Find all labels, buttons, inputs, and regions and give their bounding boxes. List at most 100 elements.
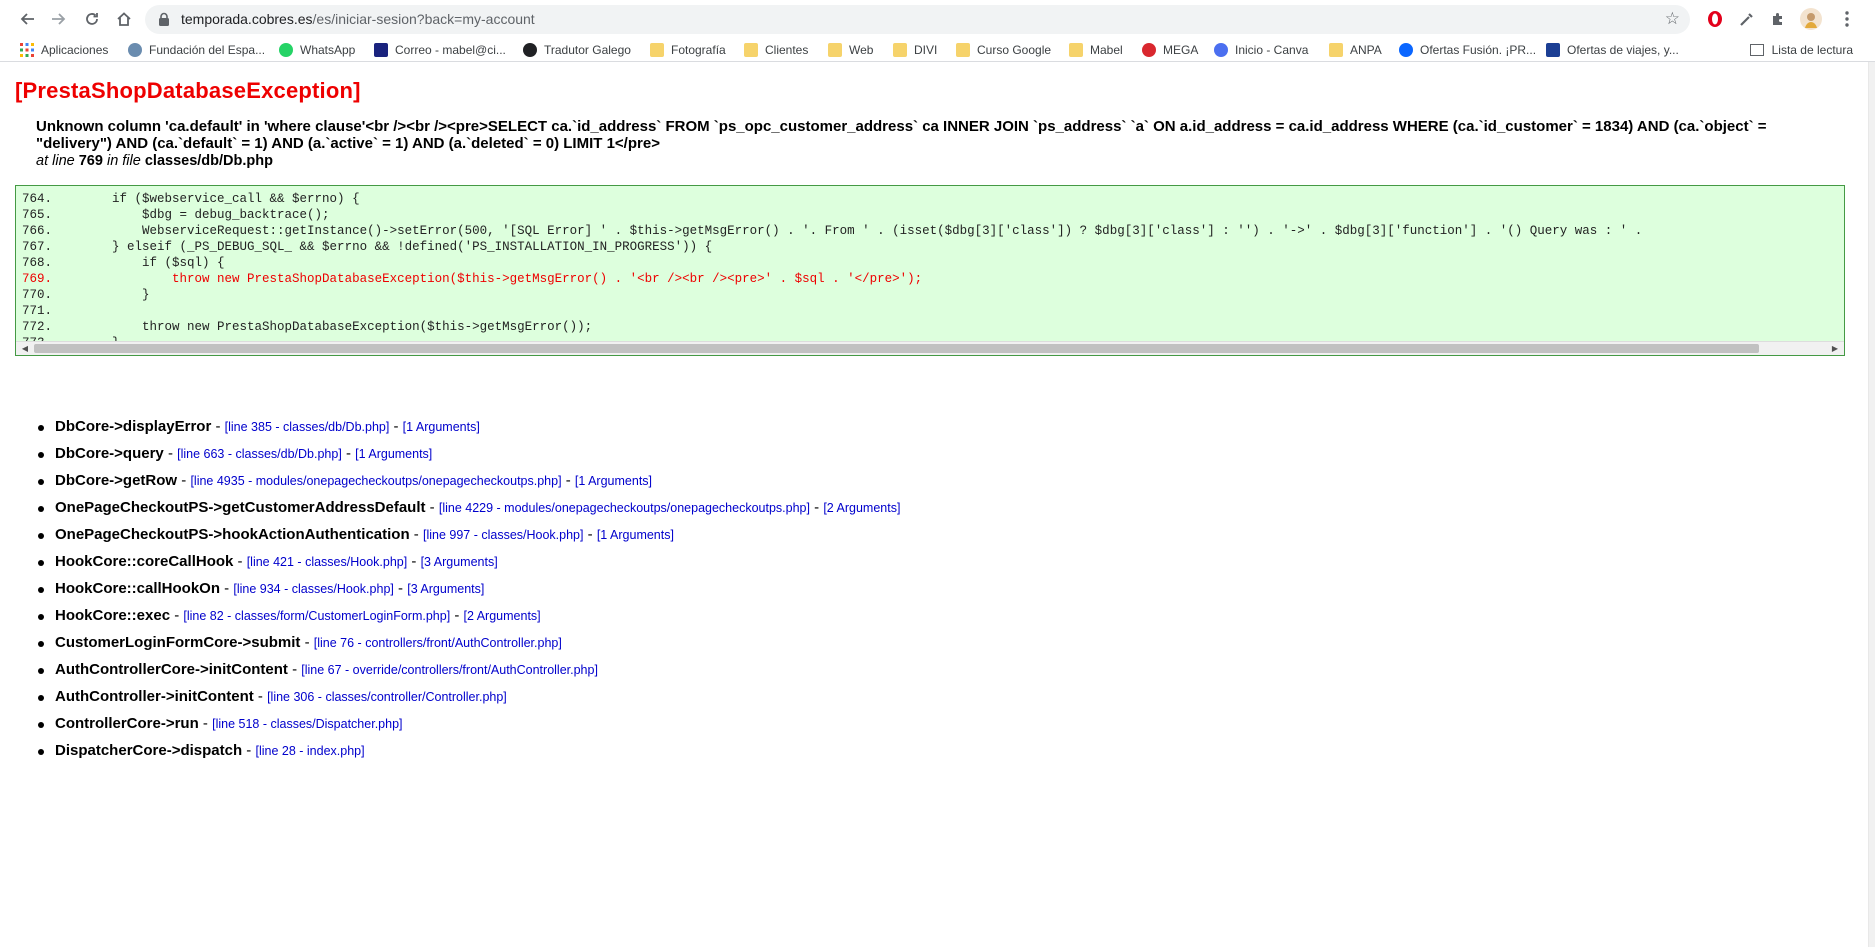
bookmark-clientes[interactable]: Clientes (744, 41, 808, 59)
profile-avatar[interactable] (1799, 7, 1823, 31)
trace-location-link[interactable]: [line 663 - classes/db/Db.php] (177, 447, 342, 461)
bookmark-fundacion[interactable]: Fundación del Espa... (128, 41, 265, 59)
bookmark-divi[interactable]: DIVI (893, 41, 937, 59)
bookmark-web[interactable]: Web (828, 41, 873, 59)
trace-location-link[interactable]: [line 518 - classes/Dispatcher.php] (212, 717, 402, 731)
trace-function: DispatcherCore->dispatch (55, 742, 243, 759)
trace-function: HookCore::coreCallHook (55, 553, 234, 570)
trace-location-link[interactable]: [line 28 - index.php] (255, 744, 364, 758)
code-line-text: } (52, 288, 150, 302)
trace-location-link[interactable]: [line 67 - override/controllers/front/Au… (301, 663, 598, 677)
bookmark-mega[interactable]: MEGA (1142, 41, 1198, 59)
bookmark-whatsapp[interactable]: WhatsApp (279, 41, 355, 59)
trace-location-link[interactable]: [line 76 - controllers/front/AuthControl… (314, 636, 562, 650)
code-line-text: WebserviceRequest::getInstance()->setErr… (52, 224, 1643, 238)
trace-location-link[interactable]: [line 997 - classes/Hook.php] (423, 528, 584, 542)
page-scrollbar[interactable] (1868, 62, 1875, 947)
bookmark-canva[interactable]: Inicio - Canva (1214, 41, 1308, 59)
url-host: temporada.cobres.es (181, 11, 313, 27)
trace-location-link[interactable]: [line 4229 - modules/onepagecheckoutps/o… (439, 501, 810, 515)
trace-separator: - (242, 742, 256, 759)
trace-function: HookCore::exec (55, 607, 171, 624)
folder-icon (828, 43, 842, 57)
scrollbar-thumb[interactable] (34, 344, 1759, 353)
reading-list-label: Lista de lectura (1771, 43, 1853, 57)
bookmark-tradutor[interactable]: Tradutor Galego (523, 41, 631, 59)
bookmark-label: Ofertas Fusión. ¡PR... (1420, 43, 1537, 57)
code-line-text: if ($webservice_call && $errno) { (52, 192, 360, 206)
scroll-left-icon[interactable]: ◀ (18, 342, 32, 355)
in-file-text: in file (102, 153, 145, 169)
lock-icon (159, 12, 169, 26)
code-line: 768. if ($sql) { (22, 255, 1642, 271)
bookmark-label: Clientes (765, 43, 809, 57)
forward-arrow-icon[interactable] (46, 6, 72, 32)
bookmark-correo[interactable]: Correo - mabel@ci... (374, 41, 506, 59)
trace-arguments-link[interactable]: [2 Arguments] (464, 609, 541, 623)
trace-function: AuthController->initContent (55, 688, 254, 705)
trace-arguments-link[interactable]: [1 Arguments] (403, 420, 480, 434)
bookmark-anpa[interactable]: ANPA (1329, 41, 1382, 59)
folder-icon (893, 43, 907, 57)
trace-separator: - (809, 499, 824, 516)
bookmark-apps[interactable]: Aplicaciones (20, 41, 108, 59)
menu-kebab-icon[interactable] (1835, 7, 1859, 31)
bookmark-label: Tradutor Galego (544, 43, 631, 57)
code-line: 772. throw new PrestaShopDatabaseExcepti… (22, 319, 1642, 335)
trace-separator: - (211, 418, 225, 435)
trace-function: AuthControllerCore->initContent (55, 661, 288, 678)
address-bar[interactable]: temporada.cobres.es/es/iniciar-sesion?ba… (145, 5, 1690, 34)
bookmark-star-icon[interactable]: ☆ (1665, 9, 1680, 29)
trace-function: OnePageCheckoutPS->hookActionAuthenticat… (55, 526, 410, 543)
trace-arguments-link[interactable]: [2 Arguments] (823, 501, 900, 515)
trace-item: HookCore::exec - [line 82 - classes/form… (37, 607, 900, 634)
trace-location-link[interactable]: [line 934 - classes/Hook.php] (233, 582, 394, 596)
trace-arguments-link[interactable]: [1 Arguments] (355, 447, 432, 461)
bookmark-mabel[interactable]: Mabel (1069, 41, 1123, 59)
stack-trace-list: DbCore->displayError - [line 385 - class… (37, 418, 900, 769)
mega-icon (1142, 43, 1156, 57)
home-icon[interactable] (111, 6, 137, 32)
trace-location-link[interactable]: [line 4935 - modules/onepagecheckoutps/o… (190, 474, 561, 488)
bookmark-ofertas-fusion[interactable]: Ofertas Fusión. ¡PR... (1399, 41, 1536, 59)
trace-separator: - (393, 580, 408, 597)
bookmark-label: Correo - mabel@ci... (395, 43, 506, 57)
trace-location-link[interactable]: [line 306 - classes/controller/Controlle… (267, 690, 507, 704)
eyedropper-extension-icon[interactable] (1735, 7, 1759, 31)
bookmark-fotografia[interactable]: Fotografía (650, 41, 726, 59)
trace-arguments-link[interactable]: [3 Arguments] (407, 582, 484, 596)
scroll-right-icon[interactable]: ▶ (1828, 342, 1842, 355)
trace-separator: - (407, 553, 421, 570)
exception-message: Unknown column 'ca.default' in 'where cl… (36, 118, 1767, 152)
site-favicon (128, 43, 142, 57)
trace-arguments-link[interactable]: [3 Arguments] (421, 555, 498, 569)
opera-extension-icon[interactable] (1703, 7, 1727, 31)
trace-item: CustomerLoginFormCore->submit - [line 76… (37, 634, 900, 661)
trace-item: DispatcherCore->dispatch - [line 28 - in… (37, 742, 900, 769)
reading-list[interactable]: Lista de lectura (1749, 41, 1853, 59)
trace-location-link[interactable]: [line 82 - classes/form/CustomerLoginFor… (183, 609, 450, 623)
back-arrow-icon[interactable] (14, 6, 40, 32)
page-content: [PrestaShopDatabaseException] Unknown co… (0, 62, 1868, 947)
code-excerpt[interactable]: 764. if ($webservice_call && $errno) { 76… (15, 185, 1845, 356)
horizontal-scrollbar[interactable]: ◀ ▶ (16, 341, 1844, 355)
trace-separator: - (450, 607, 464, 624)
trace-location-link[interactable]: [line 421 - classes/Hook.php] (247, 555, 408, 569)
code-lines: 764. if ($webservice_call && $errno) { 76… (22, 191, 1643, 355)
bookmark-ofertas-viajes[interactable]: Ofertas de viajes, y... (1546, 41, 1679, 59)
trace-separator: - (220, 580, 234, 597)
travel-icon (1546, 43, 1560, 57)
code-line-text: if ($sql) { (52, 256, 225, 270)
trace-arguments-link[interactable]: [1 Arguments] (575, 474, 652, 488)
code-line: 764. if ($webservice_call && $errno) { (22, 191, 1642, 207)
bookmark-curso-google[interactable]: Curso Google (956, 41, 1051, 59)
code-line-number: 769. (22, 272, 53, 286)
extensions-puzzle-icon[interactable] (1766, 7, 1790, 31)
folder-icon (1069, 43, 1083, 57)
trace-item: DbCore->getRow - [line 4935 - modules/on… (37, 472, 900, 499)
trace-function: ControllerCore->run (55, 715, 199, 732)
reload-icon[interactable] (79, 6, 105, 32)
trace-location-link[interactable]: [line 385 - classes/db/Db.php] (225, 420, 390, 434)
trace-arguments-link[interactable]: [1 Arguments] (597, 528, 674, 542)
url-text: temporada.cobres.es/es/iniciar-sesion?ba… (181, 5, 535, 34)
